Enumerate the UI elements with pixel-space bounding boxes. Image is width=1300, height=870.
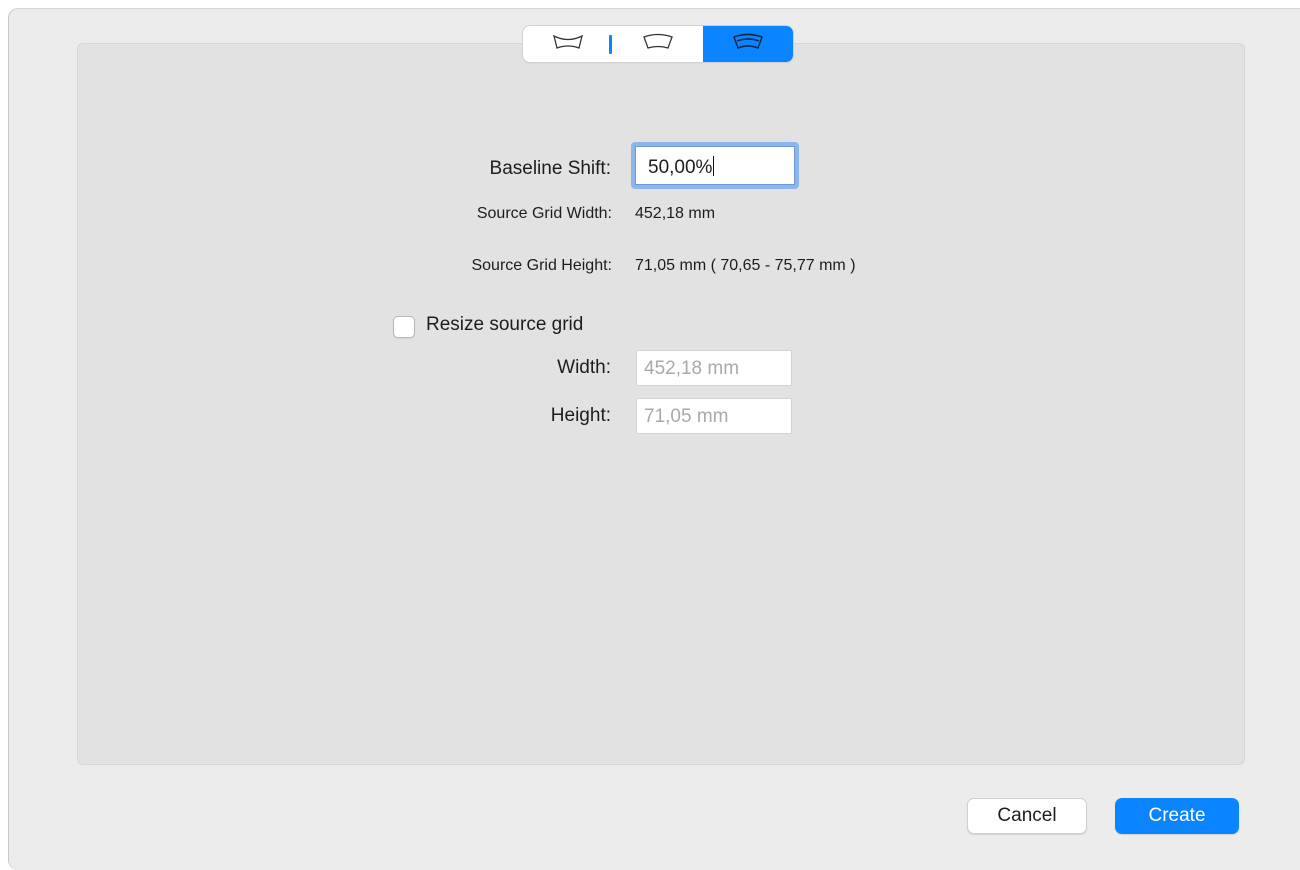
height-label: Height: [550,405,611,426]
segment-arch-down[interactable] [613,26,703,62]
source-grid-width-label: Source Grid Width: [476,205,612,222]
baseline-shift-label: Baseline Shift: [489,158,611,179]
arch-down-shape-icon [641,32,675,57]
shape-mode-selector [523,26,793,62]
resize-source-grid-checkbox[interactable] [393,316,415,338]
width-label: Width: [557,357,611,378]
arch-up-shape-icon [551,32,585,57]
baseline-shift-value: 50,00% [648,157,713,178]
segment-arch-up[interactable] [523,26,613,62]
baseline-shift-input[interactable]: 50,00% [631,142,799,189]
height-input[interactable]: 71,05 mm [636,398,792,434]
cancel-button[interactable]: Cancel [967,798,1087,834]
segment-arch-baseline[interactable] [703,26,793,62]
segment-divider [609,35,612,54]
arch-baseline-shape-icon [731,32,765,57]
create-button[interactable]: Create [1115,798,1239,834]
resize-source-grid-label[interactable]: Resize source grid [426,314,583,336]
source-grid-width-value: 452,18 mm [635,205,716,222]
width-input[interactable]: 452,18 mm [636,350,792,386]
text-caret [713,156,715,176]
source-grid-height-label: Source Grid Height: [471,257,612,274]
dialog-window: Baseline Shift: 50,00% Source Grid Width… [8,8,1300,870]
source-grid-height-value: 71,05 mm ( 70,65 - 75,77 mm ) [635,257,856,274]
